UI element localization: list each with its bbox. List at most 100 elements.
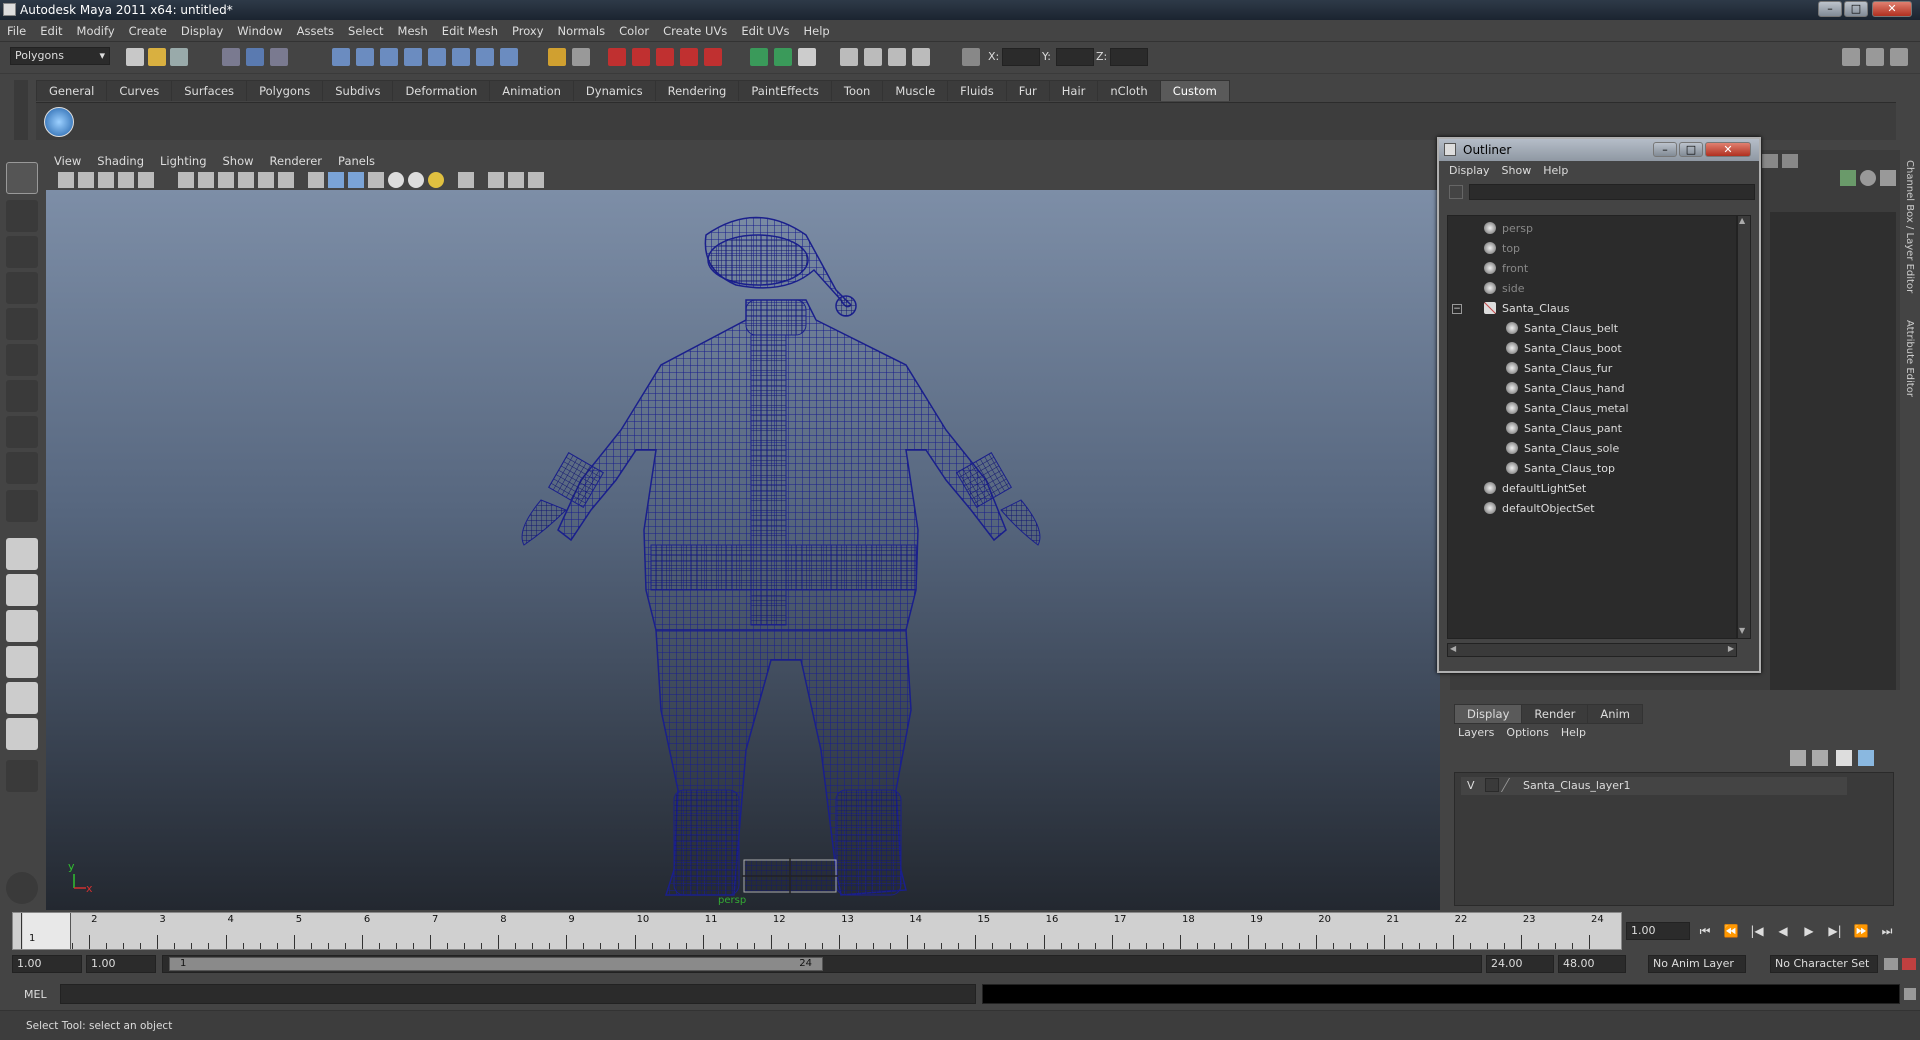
shelf-tab-custom[interactable]: Custom [1159,80,1230,101]
shelf-tab-dynamics[interactable]: Dynamics [572,80,656,101]
shelf-scroll[interactable] [1896,102,1912,140]
outliner-vertical-scrollbar[interactable]: ▲ ▼ [1737,215,1751,639]
anim-layer-dropdown[interactable]: No Anim Layer [1648,955,1746,973]
minimize-button[interactable]: – [1818,1,1842,17]
snap-point-icon[interactable] [380,48,398,66]
image-plane-icon[interactable] [118,172,134,188]
outliner-titlebar[interactable]: Outliner – □ ✕ [1439,139,1759,161]
manipulator-icon[interactable] [6,380,38,412]
channel-box-list[interactable] [1770,212,1896,690]
command-input[interactable] [60,984,976,1004]
selection-mask-icon[interactable] [572,48,590,66]
command-language-toggle[interactable]: MEL [24,988,47,1001]
single-perspective-layout-icon[interactable] [6,538,38,570]
outliner-item[interactable]: Santa_Claus_sole [1506,440,1619,458]
close-button[interactable]: ✕ [1872,1,1912,17]
channel-key-icon[interactable] [1840,170,1856,186]
scroll-up-icon[interactable]: ▲ [1739,216,1749,228]
channel-pin-icon[interactable] [1880,170,1896,186]
menu-edit-mesh[interactable]: Edit Mesh [435,24,505,38]
channel-mode-icon[interactable] [1860,170,1876,186]
input-ops-icon[interactable] [750,48,768,66]
hypershade-icon[interactable] [680,48,698,66]
character-set-dropdown[interactable]: No Character Set [1770,955,1878,973]
outliner-filter-input[interactable] [1469,184,1755,200]
rotate-tool-icon[interactable] [6,308,38,340]
lighting-default-icon[interactable] [388,172,404,188]
menu-color[interactable]: Color [612,24,656,38]
shelf-tab-curves[interactable]: Curves [106,80,173,101]
camera-select-icon[interactable] [58,172,74,188]
grid-toggle-icon[interactable] [138,172,154,188]
layout-four-icon[interactable] [888,48,906,66]
layout-single-icon[interactable] [840,48,858,66]
perspective-viewport[interactable]: y x persp [46,190,1440,910]
layer-tab-display[interactable]: Display [1454,704,1523,724]
shelf-tab-general[interactable]: General [36,80,108,101]
step-forward-frame-icon[interactable]: ▶| [1826,924,1844,940]
menu-normals[interactable]: Normals [551,24,613,38]
layer-menu-help[interactable]: Help [1561,726,1586,739]
menu-proxy[interactable]: Proxy [505,24,551,38]
menu-edit[interactable]: Edit [33,24,69,38]
layer-menu-layers[interactable]: Layers [1458,726,1494,739]
y-field[interactable] [1056,48,1094,66]
current-frame-marker[interactable]: 1 [23,913,71,949]
attribute-editor-side-tab[interactable]: Attribute Editor [1904,320,1915,397]
outliner-menu-help[interactable]: Help [1539,164,1576,178]
menu-create[interactable]: Create [122,24,174,38]
outliner-item[interactable]: Santa_Claus_boot [1506,340,1622,358]
shelf-tab-surfaces[interactable]: Surfaces [171,80,248,101]
script-editor-icon-small[interactable] [1904,988,1916,1000]
layer-color-swatch[interactable] [1500,778,1522,792]
outliner-menu-display[interactable]: Display [1445,164,1498,178]
step-back-key-icon[interactable]: ⏪ [1722,924,1740,940]
resolution-gate-icon[interactable] [198,172,214,188]
snap-live-icon[interactable] [428,48,446,66]
lock-icon[interactable] [548,48,566,66]
safe-action-icon[interactable] [258,172,274,188]
safe-title-icon[interactable] [278,172,294,188]
shelf-tab-polygons[interactable]: Polygons [246,80,324,101]
select-tool-icon[interactable] [6,162,38,194]
history-icon[interactable] [452,48,470,66]
current-time-field[interactable]: 1.00 [1626,922,1690,940]
range-slider-handle[interactable]: 1 24 [169,957,823,971]
persp-outliner-layout-icon[interactable] [6,610,38,642]
outliner-item[interactable]: persp [1484,220,1533,238]
shelf-tab-painteffects[interactable]: PaintEffects [738,80,832,101]
transform-mode-icon[interactable] [962,48,980,66]
layout-more-icon[interactable] [6,760,38,792]
outliner-item[interactable]: Santa_Claus_metal [1506,400,1629,418]
collapse-icon[interactable]: − [1452,304,1462,314]
soft-mod-icon[interactable] [6,416,38,448]
animation-start-field[interactable]: 1.00 [12,955,82,973]
snap-plane-icon[interactable] [404,48,422,66]
snap-curve-icon[interactable] [356,48,374,66]
outliner-item[interactable]: Santa_Claus [1484,300,1569,318]
outliner-close-button[interactable]: ✕ [1705,142,1751,157]
layer-order-down-icon[interactable] [1858,750,1874,766]
bookmark-icon[interactable] [98,172,114,188]
channel-box-side-tab[interactable]: Channel Box / Layer Editor [1904,160,1915,293]
scroll-left-icon[interactable]: ◀ [1450,644,1456,653]
outliner-item[interactable]: Santa_Claus_fur [1506,360,1612,378]
outliner-horizontal-scrollbar[interactable]: ◀ ▶ [1447,643,1737,657]
shelf-tab-rendering[interactable]: Rendering [654,80,740,101]
xray-icon[interactable] [488,172,504,188]
scale-tool-icon[interactable] [6,344,38,376]
film-gate-icon[interactable] [178,172,194,188]
select-object-icon[interactable] [246,48,264,66]
auto-key-icon[interactable] [1884,958,1898,970]
menu-file[interactable]: File [0,24,33,38]
isolate-select-icon[interactable] [458,172,474,188]
outliner-item[interactable]: Santa_Claus_hand [1506,380,1625,398]
menu-assets[interactable]: Assets [290,24,341,38]
wireframe-icon[interactable] [308,172,324,188]
step-back-frame-icon[interactable]: |◀ [1748,924,1766,940]
scroll-down-icon[interactable]: ▼ [1739,626,1749,638]
four-view-layout-icon[interactable] [6,574,38,606]
layer-name[interactable]: Santa_Claus_layer1 [1523,779,1631,792]
shelf-tab-muscle[interactable]: Muscle [882,80,949,101]
play-backwards-icon[interactable]: ◀ [1774,924,1792,940]
